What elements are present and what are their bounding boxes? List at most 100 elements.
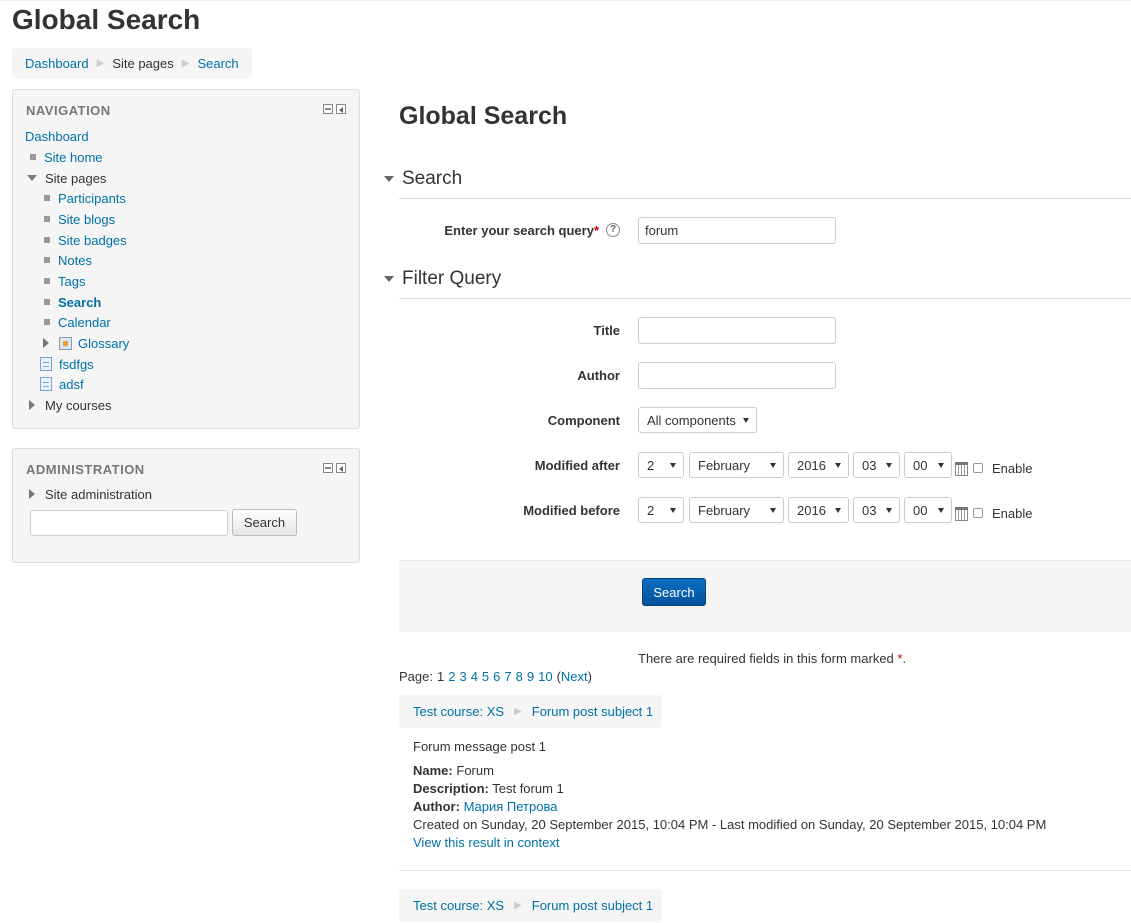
modified-before-minute-select[interactable]: 00 — [904, 497, 952, 523]
result-course-link[interactable]: Test course: XS — [413, 898, 504, 913]
search-query-value: forum — [645, 223, 679, 238]
pager-link[interactable]: 5 — [482, 669, 489, 684]
nav-item-site-badges[interactable]: Site badges — [44, 230, 127, 250]
nav-child-link[interactable]: Site blogs — [58, 212, 115, 227]
nav-item-dashboard[interactable]: Dashboard — [25, 126, 89, 146]
modified-after-enable-checkbox[interactable] — [973, 463, 983, 473]
breadcrumb-search[interactable]: Search — [197, 56, 238, 71]
nav-child-link-active[interactable]: Search — [58, 295, 101, 310]
breadcrumb-dashboard[interactable]: Dashboard — [25, 56, 89, 71]
nav-child-link[interactable]: Tags — [58, 274, 85, 289]
nav-item-notes[interactable]: Notes — [44, 250, 92, 270]
result-subject-link[interactable]: Forum post subject 1 — [532, 898, 653, 913]
dock-icon[interactable] — [336, 463, 346, 473]
dock-icon[interactable] — [336, 104, 346, 114]
minimize-icon[interactable] — [323, 463, 333, 473]
modified-before-month-select[interactable]: February — [689, 497, 784, 523]
nav-item-site-blogs[interactable]: Site blogs — [44, 209, 115, 229]
search-section-legend[interactable]: Search — [384, 168, 462, 190]
expanded-arrow-icon[interactable] — [27, 175, 37, 181]
calendar-icon[interactable] — [955, 462, 968, 476]
admin-search-button[interactable]: Search — [232, 509, 297, 536]
nav-glossary-link[interactable]: Glossary — [78, 336, 129, 351]
admin-search-input[interactable] — [30, 510, 228, 536]
result-description-label: Description: — [413, 781, 489, 796]
modified-before-year-select[interactable]: 2016 — [788, 497, 849, 523]
minimize-icon[interactable] — [323, 104, 333, 114]
result-author-row: Author: Мария Петрова — [413, 798, 1046, 816]
form-action-bar — [399, 560, 1131, 632]
bullet-icon — [44, 319, 50, 325]
result-message: Forum message post 1 — [413, 739, 546, 754]
pager-link[interactable]: 3 — [459, 669, 466, 684]
nav-dashboard-link[interactable]: Dashboard — [25, 129, 89, 144]
nav-item-my-courses[interactable]: My courses — [29, 395, 111, 415]
help-icon[interactable]: ? — [606, 223, 620, 237]
nav-child-link[interactable]: Participants — [58, 191, 126, 206]
calendar-icon[interactable] — [955, 507, 968, 521]
modified-after-month-select[interactable]: February — [689, 452, 784, 478]
component-select[interactable]: All components — [638, 407, 757, 433]
expanded-arrow-icon[interactable] — [384, 276, 394, 282]
nav-child-link[interactable]: Calendar — [58, 315, 111, 330]
pager-link[interactable]: 10 — [538, 669, 552, 684]
result-course-link[interactable]: Test course: XS — [413, 704, 504, 719]
nav-item-site-home[interactable]: Site home — [30, 147, 103, 167]
nav-item-glossary[interactable]: Glossary — [43, 333, 129, 353]
pager-link[interactable]: 4 — [471, 669, 478, 684]
block-controls — [323, 463, 346, 473]
modified-before-day-select[interactable]: 2 — [638, 497, 684, 523]
modified-after-minute-select[interactable]: 00 — [904, 452, 952, 478]
nav-item-page[interactable]: adsf — [40, 374, 84, 394]
filter-section-legend[interactable]: Filter Query — [384, 268, 501, 290]
result-subject-link[interactable]: Forum post subject 1 — [532, 704, 653, 719]
navigation-block: NAVIGATION Dashboard Site home Site page… — [12, 89, 360, 429]
dropdown-arrow-icon — [835, 508, 841, 513]
nav-item-calendar[interactable]: Calendar — [44, 312, 111, 332]
nav-item-site-pages[interactable]: Site pages — [27, 168, 106, 188]
dropdown-arrow-icon — [770, 508, 776, 513]
pager-next-link[interactable]: Next — [561, 669, 588, 684]
nav-child-link[interactable]: Site badges — [58, 233, 127, 248]
required-note-end: . — [902, 651, 907, 666]
modified-before-hour-select[interactable]: 03 — [853, 497, 900, 523]
view-result-link[interactable]: View this result in context — [413, 835, 559, 850]
modified-after-year-select[interactable]: 2016 — [788, 452, 849, 478]
nav-site-home-link[interactable]: Site home — [44, 150, 103, 165]
admin-item-site-administration[interactable]: Site administration — [29, 484, 152, 504]
author-input[interactable] — [638, 362, 836, 389]
breadcrumb-site-pages: Site pages — [112, 56, 174, 71]
title-input[interactable] — [638, 317, 836, 344]
pager-link[interactable]: 8 — [516, 669, 523, 684]
nav-item-search[interactable]: Search — [44, 292, 101, 312]
collapsed-arrow-icon[interactable] — [29, 400, 35, 410]
pager-current: 1 — [436, 669, 445, 684]
nav-child-link[interactable]: Notes — [58, 253, 92, 268]
expanded-arrow-icon[interactable] — [384, 176, 394, 182]
pager-link[interactable]: 6 — [493, 669, 500, 684]
nav-page-link[interactable]: fsdfgs — [59, 357, 94, 372]
top-divider — [0, 0, 1131, 1]
triangle-right-icon: ▶ — [514, 900, 522, 911]
required-mark: * — [593, 223, 599, 238]
search-query-input[interactable]: forum — [638, 217, 836, 244]
nav-page-link[interactable]: adsf — [59, 377, 84, 392]
modified-after-hour-select[interactable]: 03 — [853, 452, 900, 478]
dropdown-arrow-icon — [670, 463, 676, 468]
nav-item-page[interactable]: fsdfgs — [40, 354, 94, 374]
search-submit-button[interactable]: Search — [642, 578, 706, 606]
section-divider — [399, 298, 1131, 299]
collapsed-arrow-icon[interactable] — [43, 338, 49, 348]
result-name: Forum — [456, 763, 494, 778]
pager-link[interactable]: 7 — [504, 669, 511, 684]
modified-before-enable-checkbox[interactable] — [973, 508, 983, 518]
result-author-link[interactable]: Мария Петрова — [464, 799, 558, 814]
nav-item-tags[interactable]: Tags — [44, 271, 85, 291]
nav-item-participants[interactable]: Participants — [44, 188, 126, 208]
pager-link[interactable]: 9 — [527, 669, 534, 684]
modified-after-day-select[interactable]: 2 — [638, 452, 684, 478]
enable-label: Enable — [992, 461, 1033, 476]
pager-link[interactable]: 2 — [448, 669, 455, 684]
dropdown-arrow-icon — [670, 508, 676, 513]
collapsed-arrow-icon[interactable] — [29, 489, 35, 499]
